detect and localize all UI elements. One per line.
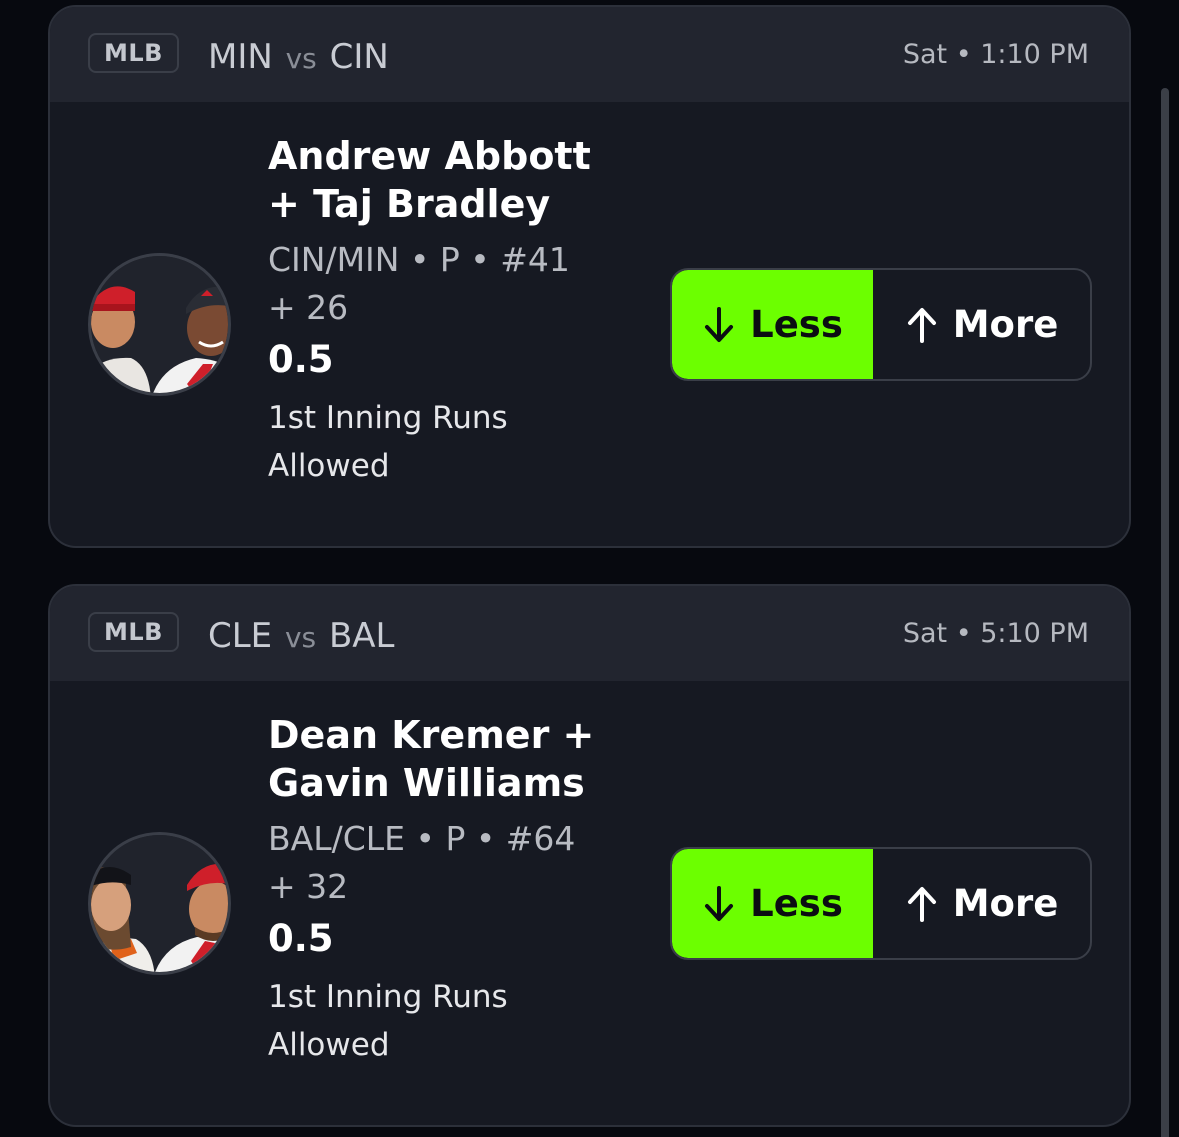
projection-value: 0.5 [268, 338, 334, 381]
team-position-rank: BAL/CLE • P • #64 [268, 819, 576, 858]
stat-type: 1st Inning Runs Allowed [268, 394, 638, 490]
card-body: Dean Kremer + Gavin Williams BAL/CLE • P… [50, 681, 1129, 1125]
matchup: CLE vs BAL [208, 614, 395, 660]
player-name: Dean Kremer + Gavin Williams [268, 711, 638, 807]
pick-toggle: Less More [670, 847, 1092, 960]
projection-card[interactable]: MLB CLE vs BAL Sat • 5:10 PM Dean Kremer… [48, 584, 1131, 1127]
stat-type-line: 1st Inning Runs [268, 979, 508, 1015]
projection-value: 0.5 [268, 917, 334, 960]
more-label: More [952, 303, 1059, 346]
less-button[interactable]: Less [672, 270, 873, 379]
more-button[interactable]: More [873, 270, 1090, 379]
card-header: MLB MIN vs CIN Sat • 1:10 PM [50, 7, 1129, 102]
less-label: Less [750, 882, 843, 925]
stat-type: 1st Inning Runs Allowed [268, 973, 638, 1069]
projection-card[interactable]: MLB MIN vs CIN Sat • 1:10 PM Andrew Abbo… [48, 5, 1131, 548]
stat-type-line: 1st Inning Runs [268, 400, 508, 436]
player-meta: BAL/CLE • P • #64 + 32 [268, 815, 638, 911]
arrow-down-icon [705, 885, 734, 921]
avatar [88, 832, 231, 975]
team-home: CIN [329, 37, 389, 77]
team-position-rank: CIN/MIN • P • #41 [268, 240, 570, 279]
player-name-line: Gavin Williams [268, 761, 585, 805]
rank-extra: + 32 [268, 867, 349, 906]
vs-label: vs [285, 42, 317, 75]
stat-type-line: Allowed [268, 1027, 390, 1063]
more-button[interactable]: More [873, 849, 1090, 958]
rank-extra: + 26 [268, 288, 349, 327]
team-away: MIN [208, 37, 273, 77]
player-name-line: Andrew Abbott [268, 134, 591, 178]
game-time: Sat • 5:10 PM [902, 618, 1089, 649]
less-button[interactable]: Less [672, 849, 873, 958]
pick-toggle: Less More [670, 268, 1092, 381]
card-header: MLB CLE vs BAL Sat • 5:10 PM [50, 586, 1129, 681]
game-time: Sat • 1:10 PM [902, 39, 1089, 70]
player-photo-icon [91, 256, 228, 393]
card-body: Andrew Abbott + Taj Bradley CIN/MIN • P … [50, 102, 1129, 546]
league-badge: MLB [88, 33, 179, 73]
avatar [88, 253, 231, 396]
player-name-line: Dean Kremer + [268, 713, 595, 757]
more-label: More [952, 882, 1059, 925]
arrow-down-icon [705, 306, 734, 342]
arrow-up-icon [907, 307, 936, 343]
scrollbar[interactable] [1161, 88, 1169, 1137]
player-photo-icon [91, 835, 228, 972]
player-info: Dean Kremer + Gavin Williams BAL/CLE • P… [268, 711, 638, 1069]
stat-type-line: Allowed [268, 448, 390, 484]
less-label: Less [750, 303, 843, 346]
player-name: Andrew Abbott + Taj Bradley [268, 132, 638, 228]
player-meta: CIN/MIN • P • #41 + 26 [268, 236, 638, 332]
projections-list: MLB MIN vs CIN Sat • 1:10 PM Andrew Abbo… [0, 0, 1179, 1137]
matchup: MIN vs CIN [208, 35, 389, 81]
league-badge: MLB [88, 612, 179, 652]
team-away: CLE [208, 616, 273, 656]
player-name-line: + Taj Bradley [268, 182, 551, 226]
team-home: BAL [328, 616, 395, 656]
player-info: Andrew Abbott + Taj Bradley CIN/MIN • P … [268, 132, 638, 490]
arrow-up-icon [907, 886, 936, 922]
vs-label: vs [284, 621, 317, 654]
